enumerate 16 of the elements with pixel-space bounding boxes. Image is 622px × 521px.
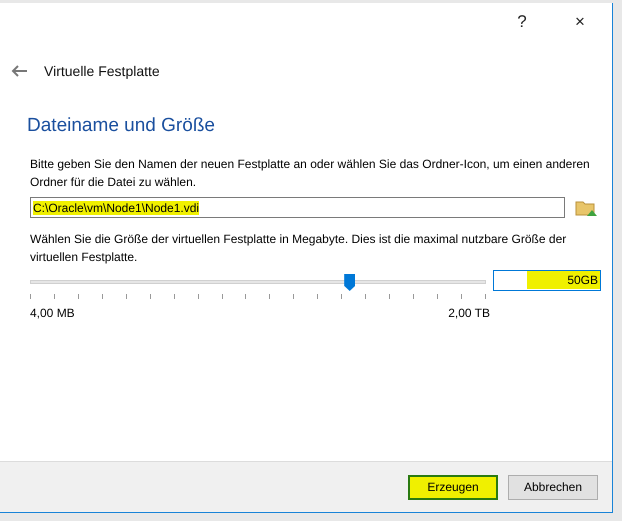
max-size-label: 2,00 TB [448,306,490,320]
section-heading: Dateiname und Größe [27,115,216,137]
wizard-title: Virtuelle Festplatte [44,63,160,79]
back-arrow-icon[interactable] [11,65,27,77]
size-slider[interactable] [30,274,486,300]
help-button[interactable]: ? [508,12,536,32]
cancel-button[interactable]: Abbrechen [508,474,598,500]
size-description: Wählen Sie die Größe der virtuellen Festplatte in Megabyte. Dies ist die maximal nutzbare Größe der virtuellen Festplatte. [30,231,568,266]
min-size-label: 4,00 MB [30,306,75,320]
location-description: Bitte geben Sie den Namen der neuen Festplatte an oder wählen Sie das Ordner-Icon, um einen anderen Ordner für die Datei zu wählen. [30,156,590,191]
create-button[interactable]: Erzeugen [408,474,498,500]
size-field[interactable]: 50GB [493,270,601,290]
slider-thumb[interactable] [344,274,356,291]
folder-icon[interactable] [575,198,597,216]
file-path-field[interactable]: C:\Oracle\vm\Node1\Node1.vdi [30,197,565,218]
close-button[interactable]: × [566,12,594,32]
